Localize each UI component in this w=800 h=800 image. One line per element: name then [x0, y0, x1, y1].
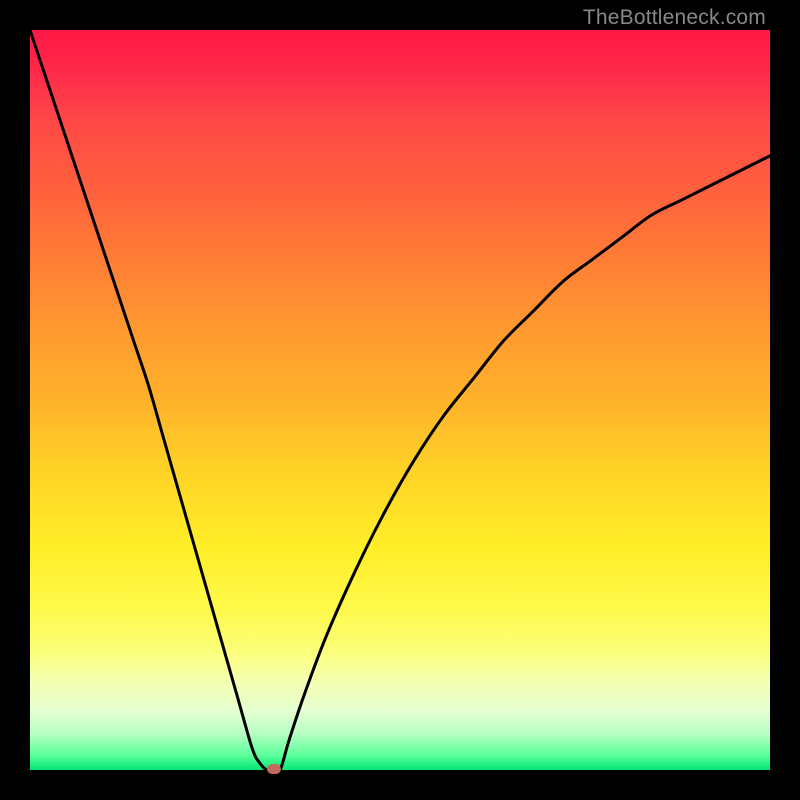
- watermark-text: TheBottleneck.com: [583, 6, 766, 30]
- optimal-point-marker: [267, 764, 281, 774]
- chart-frame: TheBottleneck.com: [0, 0, 800, 800]
- bottleneck-curve: [30, 30, 770, 770]
- plot-area: [30, 30, 770, 770]
